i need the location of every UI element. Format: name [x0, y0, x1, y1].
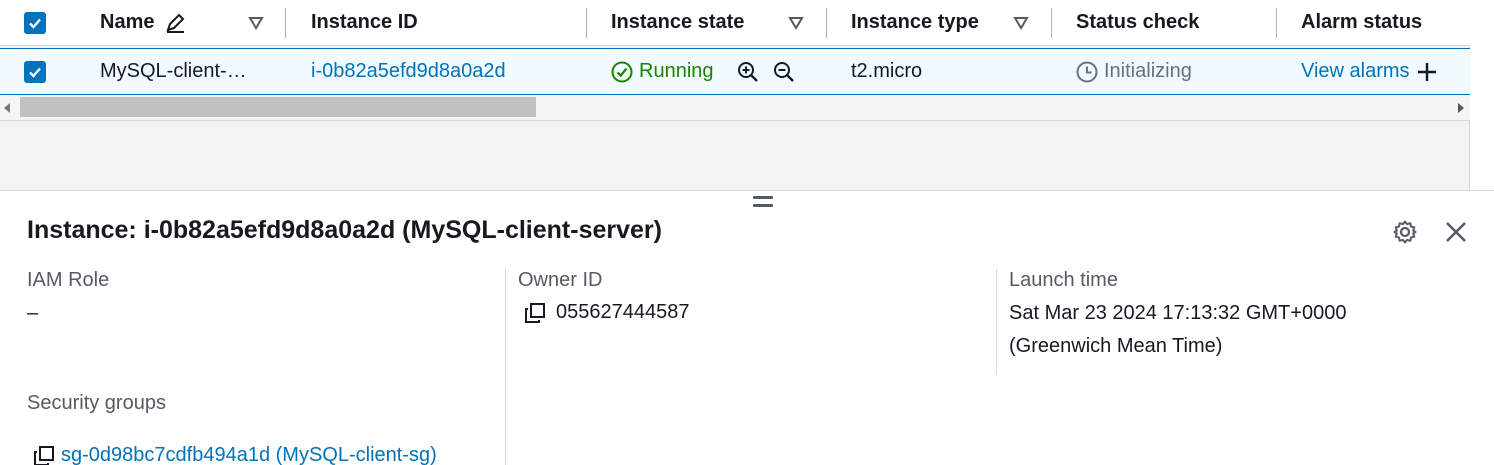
- page-title: Instance: i-0b82a5efd9d8a0a2d (MySQL-cli…: [27, 216, 662, 244]
- filter-triangle-icon[interactable]: [788, 0, 804, 45]
- launch-time-value: Sat Mar 23 2024 17:13:32 GMT+0000: [1009, 302, 1347, 324]
- launch-time-label: Launch time: [1009, 269, 1118, 291]
- iam-role-value: –: [27, 302, 39, 324]
- table-row[interactable]: MySQL-client-… i-0b82a5efd9d8a0a2d Runni…: [0, 48, 1470, 95]
- column-divider[interactable]: [586, 8, 587, 38]
- edit-pencil-icon: [166, 13, 185, 33]
- column-divider: [505, 269, 506, 465]
- view-alarms-link[interactable]: View alarms: [1301, 60, 1410, 83]
- copy-icon[interactable]: [33, 445, 55, 465]
- row-checkbox[interactable]: [24, 49, 46, 94]
- alarm-status-cell: View alarms: [1301, 49, 1438, 94]
- instance-details-panel: Instance: i-0b82a5efd9d8a0a2d (MySQL-cli…: [0, 190, 1494, 465]
- status-check-label: Initializing: [1104, 60, 1192, 82]
- zoom-in-icon[interactable]: [736, 49, 760, 94]
- plus-icon[interactable]: [1416, 61, 1438, 83]
- settings-gear-icon[interactable]: [1392, 219, 1418, 245]
- column-header-name[interactable]: Name: [100, 0, 186, 45]
- owner-id-text: 055627444587: [556, 301, 690, 323]
- scroll-right-arrow-icon[interactable]: [1458, 103, 1464, 113]
- column-divider: [996, 269, 997, 375]
- scroll-left-arrow-icon[interactable]: [4, 103, 10, 113]
- column-divider[interactable]: [1276, 8, 1277, 38]
- instance-state-label: Running: [639, 60, 714, 82]
- select-all-checkbox[interactable]: [24, 0, 46, 45]
- launch-time-timezone: (Greenwich Mean Time): [1009, 335, 1223, 357]
- instance-id-link[interactable]: i-0b82a5efd9d8a0a2d: [311, 49, 506, 94]
- clock-icon: [1076, 61, 1098, 82]
- column-divider[interactable]: [1051, 8, 1052, 38]
- scrollbar-thumb[interactable]: [20, 97, 536, 117]
- column-header-name-label: Name: [100, 11, 155, 33]
- zoom-out-icon[interactable]: [772, 49, 796, 94]
- filter-triangle-icon[interactable]: [248, 0, 264, 45]
- owner-id-value: 055627444587: [524, 301, 689, 324]
- status-check-cell: Initializing: [1076, 49, 1192, 94]
- cell-instance-type: t2.micro: [851, 60, 923, 82]
- table-header-row: Name Instance ID Instance state Instance…: [0, 0, 1470, 46]
- column-header-instance-id[interactable]: Instance ID: [311, 0, 418, 45]
- checkbox-checked-icon: [24, 60, 46, 83]
- security-group-value: sg-0d98bc7cdfb494a1d (MySQL-client-sg): [33, 444, 437, 465]
- cell-name: MySQL-client-…: [100, 60, 247, 82]
- instances-table: Name Instance ID Instance state Instance…: [0, 0, 1470, 190]
- horizontal-scrollbar[interactable]: [0, 95, 1470, 121]
- drag-handle-icon[interactable]: [753, 196, 773, 210]
- iam-role-label: IAM Role: [27, 269, 110, 291]
- column-divider[interactable]: [285, 8, 286, 38]
- check-circle-icon: [611, 61, 633, 82]
- column-divider[interactable]: [826, 8, 827, 38]
- close-icon[interactable]: [1443, 219, 1469, 245]
- owner-id-label: Owner ID: [518, 269, 603, 291]
- column-header-status-check[interactable]: Status check: [1076, 0, 1199, 45]
- filter-triangle-icon[interactable]: [1013, 0, 1029, 45]
- security-groups-label: Security groups: [27, 392, 166, 414]
- column-header-alarm-status[interactable]: Alarm status: [1301, 0, 1422, 45]
- checkbox-checked-icon: [24, 11, 46, 34]
- security-group-link[interactable]: sg-0d98bc7cdfb494a1d (MySQL-client-sg): [61, 444, 437, 465]
- instance-state-cell: Running: [611, 49, 714, 94]
- column-header-instance-type[interactable]: Instance type: [851, 0, 979, 45]
- copy-icon[interactable]: [524, 302, 546, 324]
- column-header-instance-state[interactable]: Instance state: [611, 0, 744, 45]
